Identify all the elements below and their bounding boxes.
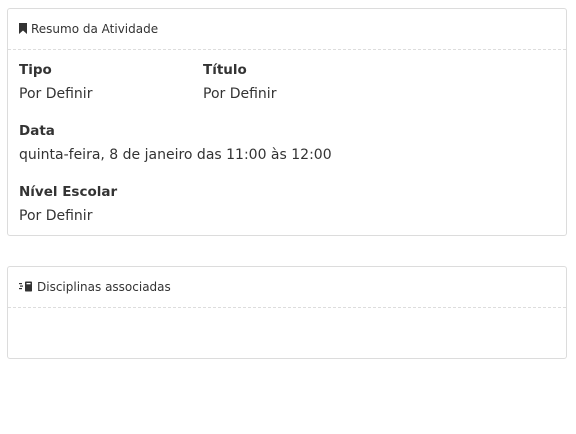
tipo-value: Por Definir <box>19 86 93 102</box>
field-titulo: Título Por Definir <box>203 61 276 103</box>
nivel-escolar-value: Por Definir <box>19 208 93 224</box>
field-nivel-escolar: Nível Escolar Por Definir <box>19 183 117 225</box>
bookmark-icon <box>19 23 27 34</box>
field-data: Data quinta-feira, 8 de janeiro das 11:0… <box>19 122 332 164</box>
data-value: quinta-feira, 8 de janeiro das 11:00 às … <box>19 147 332 163</box>
associated-disciplines-header: Disciplinas associadas <box>8 267 566 308</box>
tipo-label: Tipo <box>19 62 52 78</box>
activity-summary-title: Resumo da Atividade <box>31 22 159 36</box>
data-label: Data <box>19 123 55 139</box>
associated-disciplines-panel: Disciplinas associadas <box>7 266 567 359</box>
titulo-label: Título <box>203 62 247 78</box>
activity-summary-panel: Resumo da Atividade Tipo Por Definir Tít… <box>7 8 567 236</box>
activity-summary-header: Resumo da Atividade <box>8 9 566 50</box>
associated-disciplines-title: Disciplinas associadas <box>37 280 171 294</box>
nivel-escolar-label: Nível Escolar <box>19 184 118 200</box>
field-tipo: Tipo Por Definir <box>19 61 92 103</box>
titulo-value: Por Definir <box>203 86 277 102</box>
book-list-icon <box>19 281 33 292</box>
